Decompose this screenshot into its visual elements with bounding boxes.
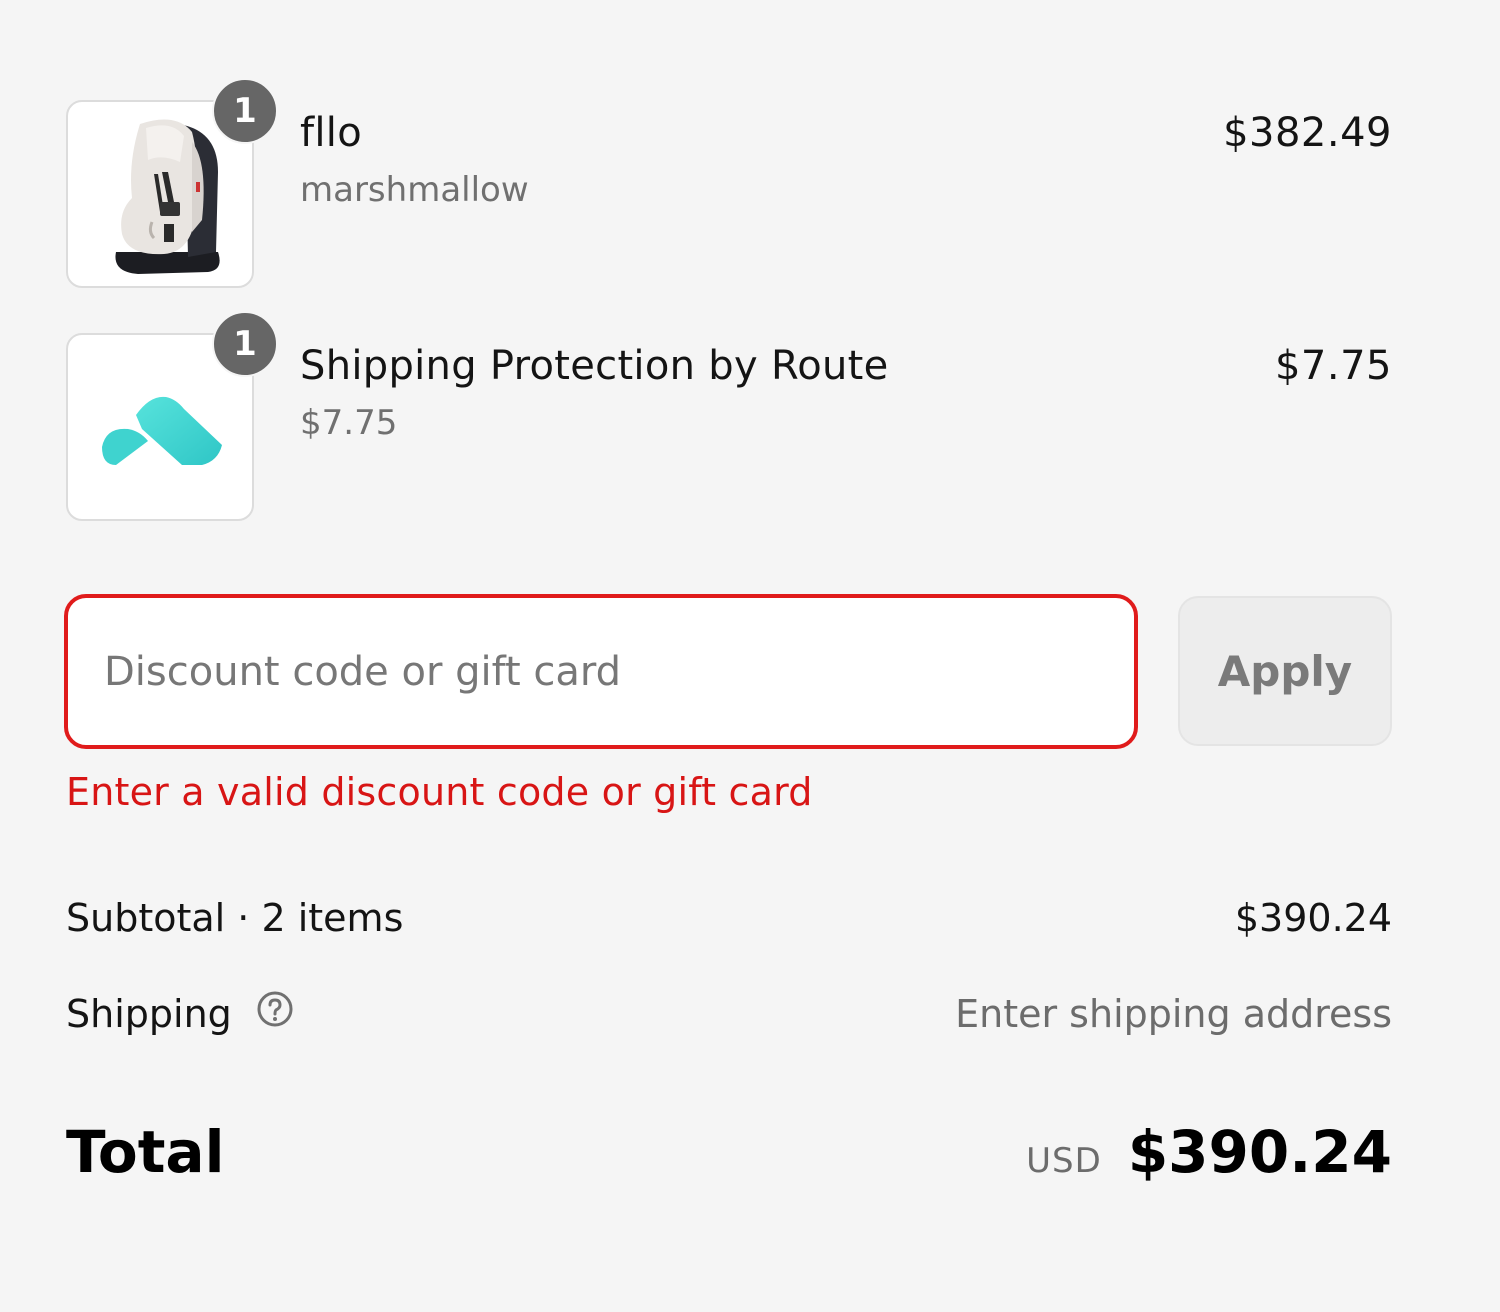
total-label: Total bbox=[66, 1118, 225, 1186]
shipping-label: Shipping bbox=[66, 992, 232, 1036]
shipping-value: Enter shipping address bbox=[955, 992, 1392, 1036]
item-price: $382.49 bbox=[1223, 110, 1392, 156]
currency-code: USD bbox=[1026, 1141, 1102, 1181]
help-circle-icon[interactable] bbox=[256, 990, 294, 1037]
item-variant: marshmallow bbox=[300, 170, 529, 210]
discount-error-message: Enter a valid discount code or gift card bbox=[66, 770, 813, 814]
line-item-shipping-protection: 1 Shipping Protection by Route $7.75 $7.… bbox=[66, 311, 1392, 523]
item-variant: $7.75 bbox=[300, 403, 398, 443]
item-name: Shipping Protection by Route bbox=[300, 343, 889, 389]
subtotal-label: Subtotal · 2 items bbox=[66, 896, 404, 940]
item-price: $7.75 bbox=[1274, 343, 1392, 389]
line-item-fllo: 1 fllo marshmallow $382.49 bbox=[66, 78, 1392, 290]
quantity-badge: 1 bbox=[212, 78, 278, 144]
discount-code-input[interactable] bbox=[64, 594, 1138, 749]
quantity-badge: 1 bbox=[212, 311, 278, 377]
shipping-row-label: Shipping bbox=[66, 990, 294, 1037]
apply-button[interactable]: Apply bbox=[1178, 596, 1392, 746]
subtotal-value: $390.24 bbox=[1234, 896, 1392, 940]
total-amount: USD $390.24 bbox=[1026, 1118, 1392, 1186]
item-name: fllo bbox=[300, 110, 362, 156]
total-value: $390.24 bbox=[1127, 1118, 1392, 1186]
